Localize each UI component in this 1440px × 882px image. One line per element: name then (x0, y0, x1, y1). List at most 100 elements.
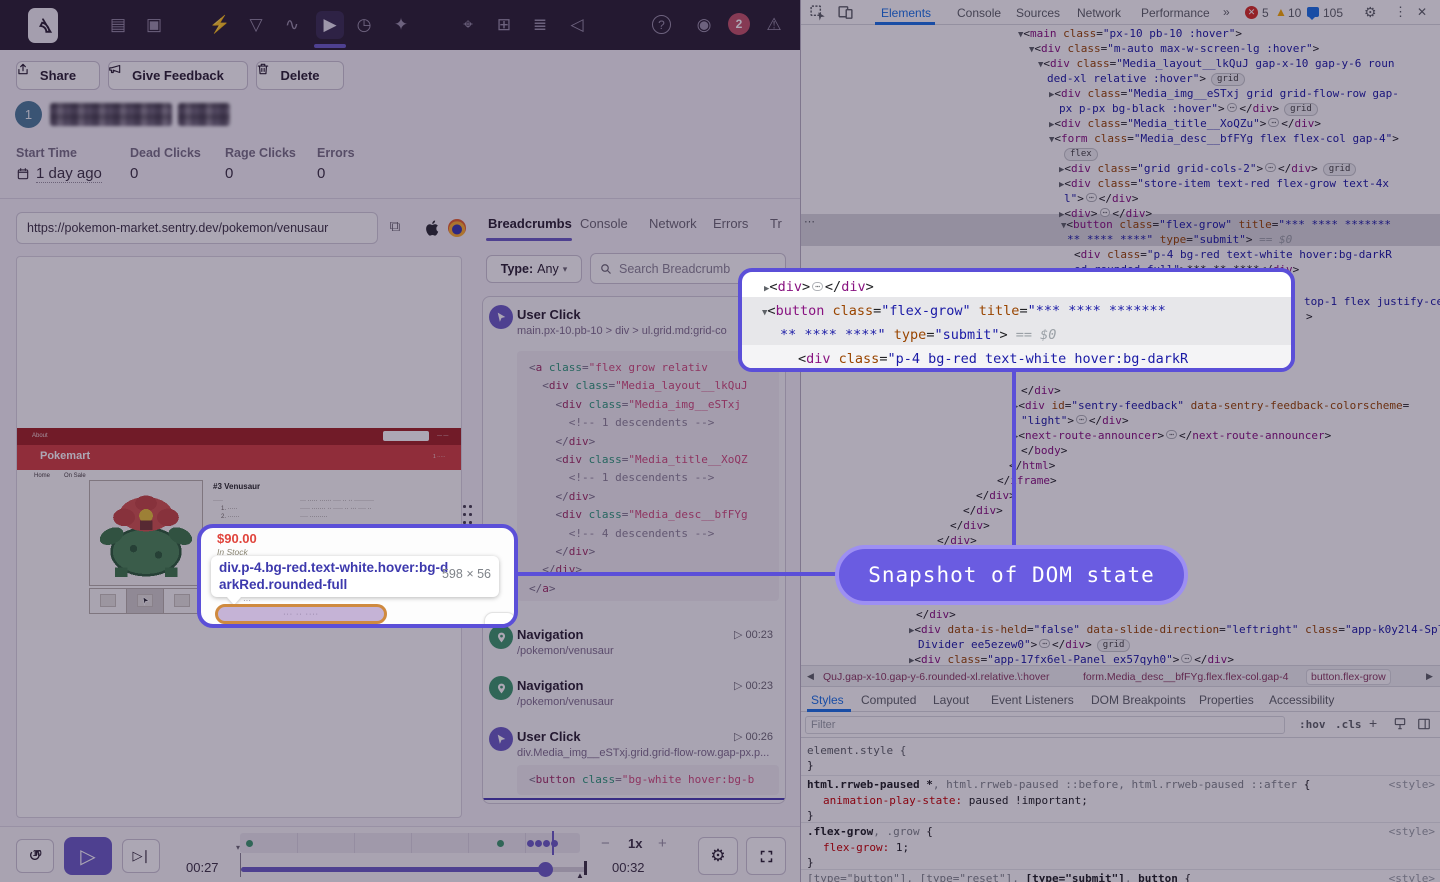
crons-icon[interactable]: ◷ (352, 13, 376, 37)
tab-console[interactable]: Console (580, 216, 628, 231)
devtools-tab-console[interactable]: Console (957, 6, 1001, 20)
panel-tab-styles[interactable]: Styles (811, 693, 844, 707)
speed-minus-button[interactable]: − (601, 835, 610, 852)
css-declaration[interactable]: animation-play-state: paused !important; (823, 794, 1088, 807)
performance-icon[interactable]: ⚡ (208, 13, 232, 37)
thumbnail-2[interactable] (126, 588, 164, 614)
devtools-settings-icon[interactable]: ⚙ (1364, 4, 1377, 21)
breadcrumb-title[interactable]: User Click (517, 729, 581, 744)
dom-tree-line[interactable]: </div> (963, 503, 1003, 518)
stylesheet-link[interactable]: <style> (1389, 872, 1435, 882)
panel-tab-dom-breakpoints[interactable]: DOM Breakpoints (1091, 693, 1186, 707)
tab-breadcrumbs[interactable]: Breadcrumbs (488, 216, 572, 231)
tab-tr[interactable]: Tr (770, 216, 782, 231)
projects-icon[interactable]: ▣ (142, 13, 166, 37)
insights-icon[interactable]: ≣ (528, 13, 552, 37)
fullscreen-button[interactable] (746, 837, 786, 875)
play-button[interactable]: ▷ (64, 837, 112, 875)
cls-toggle[interactable]: .cls (1335, 718, 1362, 731)
css-selector[interactable]: html.rrweb-paused *, html.rrweb-paused :… (807, 778, 1310, 791)
site-search-box[interactable] (383, 431, 429, 441)
devtools-crumb[interactable]: form.Media_desc__bfFYg.flex.flex-col.gap… (1079, 670, 1292, 684)
new-style-rule-icon[interactable]: + (1369, 715, 1377, 731)
devtools-menu-icon[interactable]: ⋮ (1394, 4, 1407, 20)
dom-tree-line[interactable]: </iframe> (997, 473, 1057, 488)
dom-tree-line[interactable]: top-1 flex justify-cen (1304, 294, 1440, 309)
tab-errors[interactable]: Errors (713, 216, 748, 231)
more-tabs-icon[interactable]: » (1223, 5, 1230, 19)
stats-icon[interactable]: ∿ (280, 13, 304, 37)
site-nav-onsale[interactable]: On Sale (64, 473, 86, 479)
explore-icon[interactable]: ⌖ (456, 13, 480, 37)
css-selector[interactable]: .flex-grow, .grow { (807, 825, 933, 838)
panel-tab-accessibility[interactable]: Accessibility (1269, 693, 1334, 707)
devtools-tab-sources[interactable]: Sources (1016, 6, 1060, 20)
stylesheet-link[interactable]: <style> (1389, 825, 1435, 838)
dom-tree-line[interactable]: ded-xl relative :hover">grid (1047, 71, 1245, 86)
seek-handle[interactable] (538, 862, 553, 877)
dashboards-icon[interactable]: ⊞ (492, 13, 516, 37)
css-declaration[interactable]: flex-grow: 1; (823, 841, 909, 854)
crumb-forward-icon[interactable]: ▶ (1426, 671, 1433, 682)
computed-styles-icon[interactable] (1393, 717, 1407, 731)
dom-tree-line[interactable]: </div> (1021, 383, 1061, 398)
speed-plus-button[interactable]: + (658, 835, 667, 852)
highlighted-buy-button[interactable]: ··· ·· ···· (215, 604, 387, 624)
dom-tree-line[interactable]: ▼<form class="Media_desc__bfFYg flex fle… (1049, 131, 1399, 148)
thumbnail-1[interactable] (89, 588, 127, 614)
breadcrumb-title[interactable]: User Click (517, 307, 581, 322)
devtools-tab-performance[interactable]: Performance (1141, 6, 1210, 20)
devtools-close-icon[interactable]: ✕ (1417, 5, 1427, 19)
message-count[interactable]: 105 (1323, 6, 1343, 20)
warning-count[interactable]: 10 (1288, 6, 1301, 20)
type-filter-dropdown[interactable]: Type:Any▾ (486, 255, 582, 283)
rewind-10-button[interactable]: ↺10 (16, 839, 54, 873)
devtools-tab-elements[interactable]: Elements (881, 6, 931, 20)
breadcrumb-title[interactable]: Navigation (517, 627, 583, 642)
panel-tab-event-listeners[interactable]: Event Listeners (991, 693, 1074, 707)
copy-url-icon[interactable]: ⧉ (386, 218, 404, 236)
dom-tree-line[interactable]: </div> (950, 518, 990, 533)
thumbnail-3[interactable] (163, 588, 201, 614)
help-icon[interactable]: ? (652, 15, 671, 34)
timeline-events-strip[interactable] (240, 833, 580, 853)
tab-network[interactable]: Network (649, 216, 697, 231)
site-nav-home[interactable]: Home (34, 473, 50, 479)
dom-tree-line[interactable]: flex (1059, 146, 1098, 161)
filter-icon[interactable]: ▽ (244, 13, 268, 37)
dom-tree-line[interactable]: ▶<div class="app-17fx6el-Panel ex57qyh0"… (909, 652, 1234, 665)
dom-tree-line[interactable]: px p-px bg-black :hover">⋯</div>grid (1059, 101, 1318, 116)
dom-tree-line[interactable]: l">⋯</div> (1064, 191, 1138, 206)
stylesheet-link[interactable]: <style> (1389, 778, 1435, 791)
panel-tab-properties[interactable]: Properties (1199, 693, 1254, 707)
pseudo-hov-toggle[interactable]: :hov (1299, 718, 1326, 731)
dom-tree-line[interactable]: </body> (1021, 443, 1067, 458)
error-count[interactable]: 5 (1262, 6, 1269, 20)
inspect-element-icon[interactable] (809, 4, 827, 22)
dom-tree-line[interactable]: <div class="p-4 bg-red text-white hover:… (1074, 247, 1392, 262)
element-style-selector[interactable]: element.style { (807, 744, 906, 757)
replays-icon[interactable]: ▶ (316, 11, 344, 39)
broadcast-icon[interactable]: ◉ (692, 13, 716, 37)
dom-tree-line[interactable]: Divider ee5ezew0">⋯</div>grid (918, 637, 1130, 652)
give-feedback-button[interactable]: Give Feedback (108, 61, 248, 90)
skip-button[interactable]: ▷❘ (122, 839, 160, 873)
site-about-link[interactable]: About (32, 433, 48, 439)
styles-filter-input[interactable]: Filter (805, 716, 1285, 734)
devtools-crumb[interactable]: button.flex-grow (1307, 670, 1390, 684)
device-toolbar-icon[interactable] (837, 4, 855, 22)
crumb-back-icon[interactable]: ◀ (807, 671, 814, 682)
breadcrumb-timestamp[interactable]: ▷ 00:23 (734, 628, 773, 641)
dom-tree-line[interactable]: ** **** ****" type="submit"> == $0 (1067, 232, 1292, 247)
sentry-logo[interactable] (28, 8, 58, 43)
devtools-tab-network[interactable]: Network (1077, 6, 1121, 20)
breadcrumb-timestamp[interactable]: ▷ 00:23 (734, 679, 773, 692)
speed-value[interactable]: 1x (628, 836, 642, 851)
warning-icon[interactable]: ⚠ (762, 13, 786, 37)
alerts-icon[interactable]: ✦ (389, 13, 413, 37)
issues-icon[interactable]: ▤ (106, 13, 130, 37)
replay-url[interactable]: https://pokemon-market.sentry.dev/pokemo… (27, 221, 328, 235)
panel-tab-layout[interactable]: Layout (933, 693, 969, 707)
breadcrumb-title[interactable]: Navigation (517, 678, 583, 693)
css-selector[interactable]: [type="button"], [type="reset"], [type="… (807, 872, 1191, 882)
